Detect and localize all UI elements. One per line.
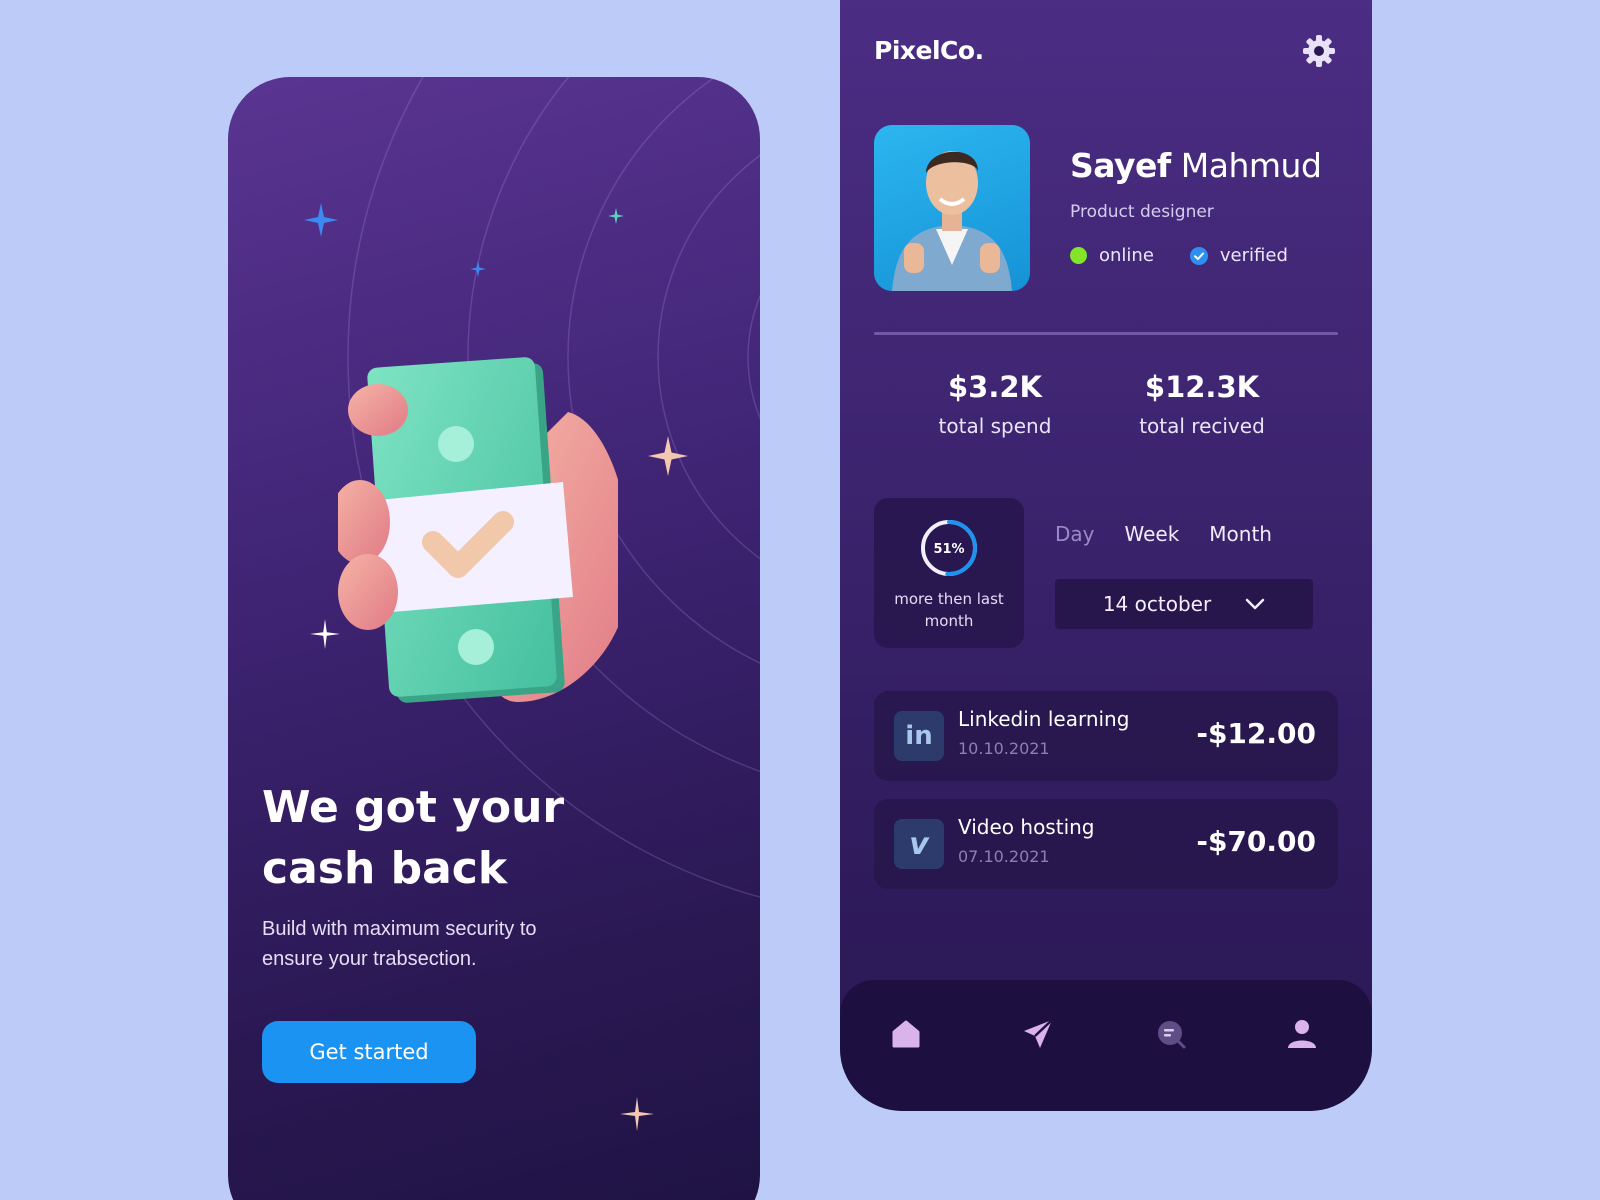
hero-title-line-1: We got your <box>262 782 565 833</box>
tab-week[interactable]: Week <box>1125 522 1180 546</box>
sparkle-icon <box>620 1097 654 1131</box>
date-select[interactable]: 14 october <box>1055 579 1313 629</box>
sparkle-icon <box>648 436 688 476</box>
avatar[interactable] <box>874 125 1030 291</box>
progress-percent: 51% <box>933 542 964 557</box>
sparkle-icon <box>470 261 486 277</box>
progress-caption: more then last month <box>882 588 1016 632</box>
transaction-title: Video hosting <box>958 815 1095 839</box>
stat-total-received: $12.3K total recived <box>1102 370 1302 438</box>
transaction-title: Linkedin learning <box>958 707 1130 731</box>
user-last-name: Mahmud <box>1180 146 1322 185</box>
stat-total-spend: $3.2K total spend <box>895 370 1095 438</box>
online-status: online <box>1070 245 1154 266</box>
status-row: online verified <box>1070 245 1312 266</box>
chevron-down-icon <box>1245 598 1265 610</box>
verified-label: verified <box>1219 245 1288 266</box>
stat-value: $12.3K <box>1144 370 1260 404</box>
sparkle-icon <box>304 203 338 237</box>
onboarding-screen: We got your cash back Build with maximum… <box>228 77 760 1200</box>
brand-logo: PixelCo. <box>874 36 984 65</box>
tab-day[interactable]: Day <box>1055 522 1095 546</box>
linkedin-icon: in <box>894 711 944 761</box>
gear-icon[interactable] <box>1302 34 1336 68</box>
dashboard-screen: PixelCo. Sayef Mahmud Product designer o… <box>840 0 1372 1111</box>
progress-caption-line-1: more then last <box>894 590 1004 608</box>
user-first-name: Sayef <box>1070 146 1171 185</box>
period-tabs: Day Week Month <box>1055 522 1272 546</box>
divider <box>874 332 1338 335</box>
profile-icon[interactable] <box>1284 1016 1320 1052</box>
user-photo <box>892 151 1012 291</box>
cash-in-hand-illustration <box>338 357 618 703</box>
tab-month[interactable]: Month <box>1209 522 1272 546</box>
stat-value: $3.2K <box>947 370 1043 404</box>
home-icon[interactable] <box>888 1016 924 1052</box>
chat-icon[interactable] <box>1153 1016 1189 1052</box>
hero-subtitle-line-1: Build with maximum security to <box>262 918 537 940</box>
send-icon[interactable] <box>1020 1016 1056 1052</box>
stat-label: total recived <box>1139 414 1265 438</box>
transaction-row[interactable]: in Linkedin learning 10.10.2021 -$12.00 <box>874 691 1338 781</box>
get-started-button[interactable]: Get started <box>262 1021 476 1083</box>
progress-caption-line-2: month <box>924 612 974 630</box>
hero-title-line-2: cash back <box>262 843 508 894</box>
date-select-value: 14 october <box>1102 592 1212 616</box>
online-dot-icon <box>1070 247 1087 264</box>
transaction-date: 10.10.2021 <box>958 739 1050 758</box>
verified-status: verified <box>1189 245 1288 266</box>
hero-subtitle-line-2: ensure your trabsection. <box>262 948 477 970</box>
hero-title: We got your cash back <box>262 777 642 899</box>
transaction-row[interactable]: v Video hosting 07.10.2021 -$70.00 <box>874 799 1338 889</box>
user-name: Sayef Mahmud <box>1070 146 1322 185</box>
progress-card: 51% more then last month <box>874 498 1024 648</box>
sparkle-icon <box>608 208 624 224</box>
transaction-amount: -$12.00 <box>1196 717 1316 750</box>
transaction-date: 07.10.2021 <box>958 847 1050 866</box>
progress-ring: 51% <box>921 520 977 576</box>
stat-label: total spend <box>938 414 1052 438</box>
bottom-nav <box>840 980 1372 1111</box>
verified-check-icon <box>1189 246 1208 265</box>
transaction-amount: -$70.00 <box>1196 825 1316 858</box>
vimeo-icon: v <box>894 819 944 869</box>
online-label: online <box>1099 245 1154 266</box>
user-role: Product designer <box>1070 202 1214 222</box>
hero-subtitle: Build with maximum security to ensure yo… <box>262 914 602 974</box>
sparkle-icon <box>310 619 340 649</box>
